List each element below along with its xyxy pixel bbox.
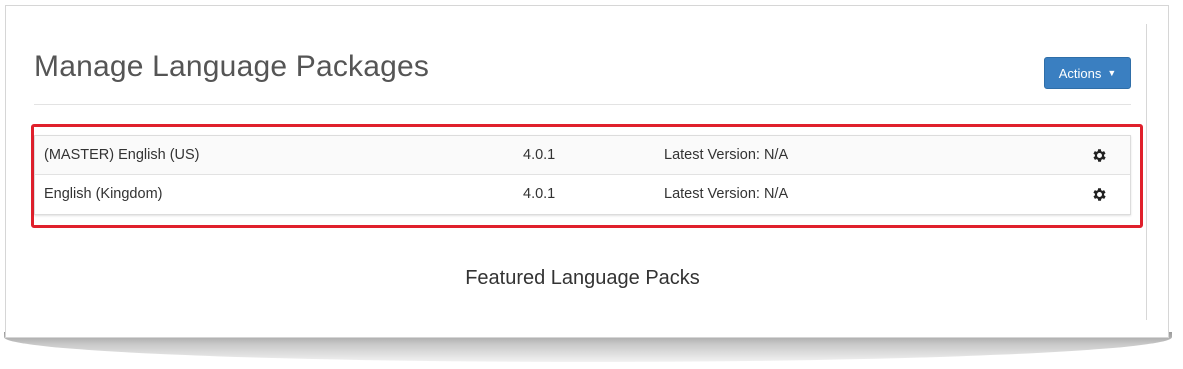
package-row: English (Kingdom) 4.0.1 Latest Version: … <box>35 175 1130 214</box>
language-package-list: (MASTER) English (US) 4.0.1 Latest Versi… <box>34 135 1131 215</box>
package-version: 4.0.1 <box>523 186 556 202</box>
title-divider <box>34 104 1131 105</box>
caret-down-icon: ▼ <box>1107 68 1117 78</box>
gear-icon[interactable] <box>1091 147 1108 164</box>
package-latest-version: Latest Version: N/A <box>664 147 789 163</box>
actions-label: Actions <box>1058 65 1102 81</box>
page-title: Manage Language Packages <box>34 50 430 83</box>
package-latest-version: Latest Version: N/A <box>664 186 789 202</box>
package-version: 4.0.1 <box>523 147 556 163</box>
package-row: (MASTER) English (US) 4.0.1 Latest Versi… <box>35 136 1130 175</box>
package-name: English (Kingdom) <box>44 186 163 202</box>
package-name: (MASTER) English (US) <box>44 147 200 163</box>
featured-packs-heading: Featured Language Packs <box>465 267 700 289</box>
gear-icon[interactable] <box>1091 186 1108 203</box>
actions-dropdown-button[interactable]: Actions ▼ <box>1044 57 1131 89</box>
